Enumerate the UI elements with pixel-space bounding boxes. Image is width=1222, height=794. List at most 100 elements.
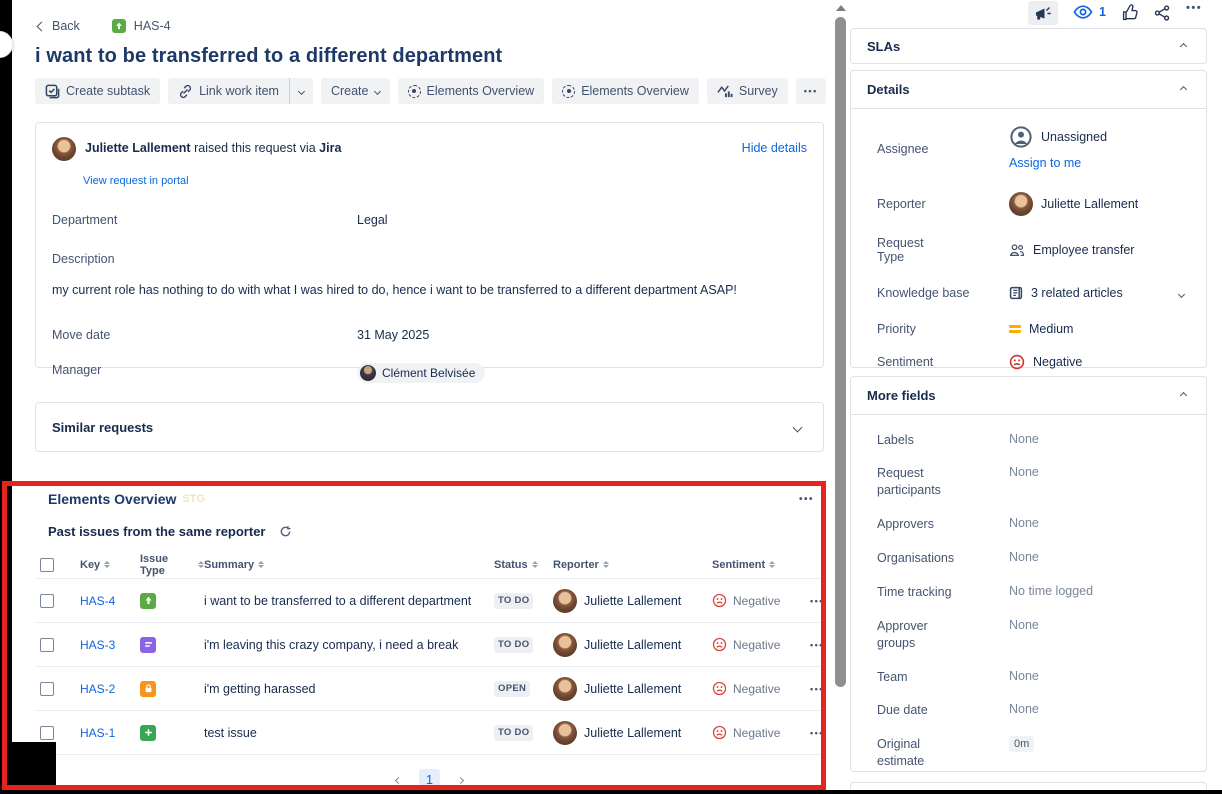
knowledge-base-expand-chevron[interactable] — [1175, 282, 1188, 304]
reporter-name: Juliette Lallement — [85, 141, 191, 155]
column-header-reporter[interactable]: Reporter — [553, 559, 599, 571]
share-icon — [1154, 5, 1170, 21]
bottom-black-strip — [0, 790, 1222, 794]
elements-overview-label: Elements Overview — [427, 84, 535, 98]
row-more-button[interactable]: ••• — [810, 640, 824, 650]
article-icon — [1009, 286, 1023, 300]
watchers-button[interactable]: 1 — [1073, 5, 1106, 19]
chevron-up-icon — [1180, 86, 1187, 93]
details-header[interactable]: Details — [851, 71, 1206, 109]
issue-key-link[interactable]: HAS-1 — [80, 726, 115, 740]
row-checkbox[interactable] — [40, 594, 54, 608]
watchers-count: 1 — [1099, 5, 1106, 19]
issue-key-link[interactable]: HAS-3 — [80, 638, 115, 652]
description-label: Description — [52, 252, 115, 266]
raised-request-text: Juliette Lallement raised this request v… — [85, 137, 341, 155]
column-header-issue-type[interactable]: Issue Type — [140, 553, 194, 577]
field-row: Due date None — [851, 694, 1206, 728]
reporter-value[interactable]: Juliette Lallement — [1009, 192, 1188, 216]
scrollbar-up-arrow[interactable] — [836, 5, 846, 11]
megaphone-icon — [1034, 5, 1053, 22]
chevron-down-icon[interactable] — [793, 422, 803, 432]
link-work-item-button[interactable]: Link work item — [168, 78, 289, 104]
survey-label: Survey — [739, 84, 778, 98]
sentiment-label: Negative — [733, 682, 780, 696]
column-header-key[interactable]: Key — [80, 559, 100, 571]
refresh-icon[interactable] — [279, 525, 292, 538]
elements-overview-icon — [562, 85, 575, 98]
elements-overview-section: Elements Overview STG ••• Past issues fr… — [35, 481, 824, 793]
column-header-sentiment[interactable]: Sentiment — [712, 559, 765, 571]
plus-icon — [140, 725, 156, 741]
status-lozenge: OPEN — [494, 681, 530, 697]
request-type-value: Employee transfer — [1009, 243, 1188, 257]
knowledge-base-value[interactable]: 3 related articles — [1009, 282, 1188, 304]
scrollbar-thumb[interactable] — [835, 17, 846, 687]
past-issues-table: Key Issue Type Summary Status Reporter S… — [35, 551, 824, 755]
field-value: None — [1009, 550, 1188, 564]
field-row: Original estimate 0m — [851, 728, 1206, 779]
row-checkbox[interactable] — [40, 638, 54, 652]
reporter-name: Juliette Lallement — [584, 594, 681, 608]
toolbar-more-button[interactable]: ••• — [796, 78, 826, 104]
table-body: HAS-4 i want to be transferred to a diff… — [35, 579, 824, 755]
reporter-avatar — [553, 677, 577, 701]
issue-actions: 1 ••• — [850, 0, 1222, 26]
create-subtask-button[interactable]: Create subtask — [35, 78, 160, 104]
slas-header[interactable]: SLAs — [851, 29, 1206, 65]
pagination-current-page[interactable]: 1 — [419, 769, 440, 791]
reporter-label: Reporter — [877, 197, 1009, 211]
manager-user-chip[interactable]: Clément Belvisée — [357, 363, 485, 383]
hide-details-link[interactable]: Hide details — [742, 137, 807, 155]
manager-avatar — [360, 365, 376, 381]
column-header-summary[interactable]: Summary — [204, 559, 254, 571]
jira-issue-view: Back HAS-4 i want to be transferred to a… — [0, 0, 1222, 794]
pagination-prev-button[interactable] — [393, 775, 404, 786]
assign-to-me-link[interactable]: Assign to me — [1009, 156, 1081, 170]
row-checkbox[interactable] — [40, 682, 54, 696]
slas-title: SLAs — [867, 39, 900, 54]
row-more-button[interactable]: ••• — [810, 728, 824, 738]
back-button[interactable]: Back — [38, 19, 80, 33]
vote-button[interactable] — [1122, 4, 1139, 21]
view-request-in-portal-link[interactable]: View request in portal — [83, 175, 189, 187]
field-label: Request participants — [877, 465, 965, 499]
request-details-card: Juliette Lallement raised this request v… — [35, 122, 824, 368]
elements-overview-more-button[interactable]: ••• — [799, 494, 814, 505]
sort-icon — [603, 561, 609, 568]
details-card: Details Assignee Unassigned Assign to me… — [850, 70, 1207, 368]
elements-overview-button-2[interactable]: Elements Overview — [552, 78, 699, 104]
more-fields-header[interactable]: More fields — [851, 377, 1206, 415]
sentiment-label: Negative — [733, 638, 780, 652]
column-header-status[interactable]: Status — [494, 559, 528, 571]
create-label: Create — [331, 84, 369, 98]
sidebar-more-button[interactable]: ••• — [1186, 2, 1202, 14]
issue-type-icon — [112, 19, 126, 33]
chevron-down-icon — [298, 87, 305, 94]
feedback-megaphone-button[interactable] — [1028, 1, 1058, 25]
breadcrumb-issue-key[interactable]: HAS-4 — [134, 19, 171, 33]
field-value: None — [1009, 432, 1188, 446]
sentiment-value: Negative — [1009, 354, 1188, 370]
link-work-item-dropdown[interactable] — [289, 78, 313, 104]
issue-key-link[interactable]: HAS-4 — [80, 594, 115, 608]
select-all-checkbox[interactable] — [40, 558, 54, 572]
elements-overview-button-1[interactable]: Elements Overview — [398, 78, 545, 104]
assignee-value[interactable]: Unassigned — [1009, 125, 1188, 149]
share-button[interactable] — [1154, 5, 1170, 21]
priority-value[interactable]: Medium — [1009, 322, 1188, 336]
survey-button[interactable]: Survey — [707, 78, 788, 104]
row-more-button[interactable]: ••• — [810, 596, 824, 606]
issue-summary: i'm leaving this crazy company, i need a… — [204, 638, 458, 652]
request-channel: Jira — [319, 141, 341, 155]
priority-label: Priority — [877, 322, 1009, 336]
scrollbar — [833, 0, 849, 794]
issue-key-link[interactable]: HAS-2 — [80, 682, 115, 696]
similar-requests-card[interactable]: Similar requests — [35, 402, 824, 452]
create-button[interactable]: Create — [321, 78, 390, 104]
row-more-button[interactable]: ••• — [810, 684, 824, 694]
pagination-next-button[interactable] — [455, 775, 466, 786]
row-checkbox[interactable] — [40, 726, 54, 740]
unassigned-avatar-icon — [1009, 125, 1033, 149]
field-row: Approver groups None — [851, 609, 1206, 660]
